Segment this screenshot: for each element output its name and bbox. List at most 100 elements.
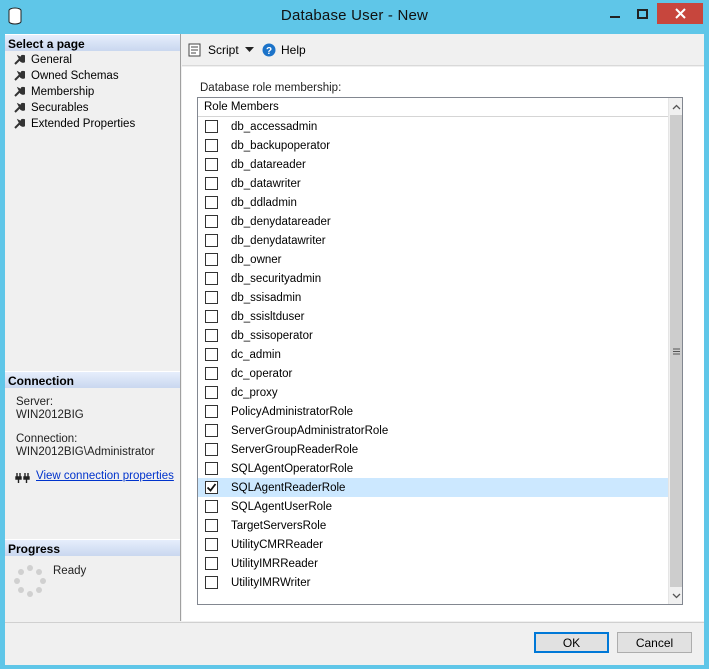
script-button[interactable]: Script bbox=[188, 41, 239, 59]
page-item-label: General bbox=[31, 54, 72, 66]
role-row[interactable]: dc_operator bbox=[198, 364, 668, 383]
script-dropdown-button[interactable] bbox=[245, 41, 254, 59]
role-row[interactable]: UtilityCMRReader bbox=[198, 535, 668, 554]
script-label: Script bbox=[208, 43, 239, 57]
role-row[interactable]: db_owner bbox=[198, 250, 668, 269]
role-row[interactable]: db_ssisadmin bbox=[198, 288, 668, 307]
role-checkbox[interactable] bbox=[205, 405, 218, 418]
checkmark-icon bbox=[206, 483, 217, 492]
role-checkbox[interactable] bbox=[205, 234, 218, 247]
progress-header: Progress bbox=[5, 539, 180, 556]
role-row[interactable]: ServerGroupAdministratorRole bbox=[198, 421, 668, 440]
role-row[interactable]: dc_proxy bbox=[198, 383, 668, 402]
role-row[interactable]: dc_admin bbox=[198, 345, 668, 364]
role-checkbox[interactable] bbox=[205, 386, 218, 399]
page-item-extended-properties[interactable]: Extended Properties bbox=[13, 116, 135, 132]
chevron-down-icon bbox=[672, 593, 681, 598]
role-checkbox[interactable] bbox=[205, 272, 218, 285]
role-checkbox[interactable] bbox=[205, 481, 218, 494]
role-checkbox[interactable] bbox=[205, 367, 218, 380]
role-checkbox[interactable] bbox=[205, 557, 218, 570]
role-checkbox[interactable] bbox=[205, 424, 218, 437]
role-checkbox[interactable] bbox=[205, 196, 218, 209]
vertical-scrollbar[interactable] bbox=[668, 98, 682, 604]
role-checkbox[interactable] bbox=[205, 519, 218, 532]
scroll-thumb[interactable] bbox=[670, 115, 682, 587]
role-checkbox[interactable] bbox=[205, 576, 218, 589]
help-button[interactable]: ? Help bbox=[262, 41, 306, 59]
role-row[interactable]: db_datareader bbox=[198, 155, 668, 174]
role-checkbox[interactable] bbox=[205, 443, 218, 456]
role-row[interactable]: db_denydatawriter bbox=[198, 231, 668, 250]
role-name: ServerGroupAdministratorRole bbox=[231, 424, 389, 437]
server-label: Server: bbox=[16, 396, 54, 408]
role-name: db_datareader bbox=[231, 158, 306, 171]
role-checkbox[interactable] bbox=[205, 310, 218, 323]
role-name: UtilityIMRWriter bbox=[231, 576, 311, 589]
role-row[interactable]: db_backupoperator bbox=[198, 136, 668, 155]
connection-value: WIN2012BIG\Administrator bbox=[16, 446, 155, 458]
role-checkbox[interactable] bbox=[205, 120, 218, 133]
role-row[interactable]: UtilityIMRReader bbox=[198, 554, 668, 573]
minimize-button[interactable] bbox=[601, 3, 628, 24]
role-checkbox[interactable] bbox=[205, 158, 218, 171]
role-name: db_ssisoperator bbox=[231, 329, 313, 342]
role-row[interactable]: db_accessadmin bbox=[198, 117, 668, 136]
role-name: db_accessadmin bbox=[231, 120, 318, 133]
role-row[interactable]: SQLAgentReaderRole bbox=[198, 478, 668, 497]
role-checkbox[interactable] bbox=[205, 177, 218, 190]
page-item-securables[interactable]: Securables bbox=[13, 100, 89, 116]
role-row[interactable]: ServerGroupReaderRole bbox=[198, 440, 668, 459]
role-name: UtilityCMRReader bbox=[231, 538, 324, 551]
wrench-icon bbox=[14, 70, 25, 81]
close-button[interactable] bbox=[657, 3, 703, 24]
maximize-button[interactable] bbox=[629, 3, 656, 24]
role-checkbox[interactable] bbox=[205, 462, 218, 475]
help-icon: ? bbox=[262, 43, 276, 57]
progress-status: Ready bbox=[53, 565, 87, 577]
progress-spinner-icon bbox=[14, 565, 46, 597]
role-name: ServerGroupReaderRole bbox=[231, 443, 359, 456]
role-name: dc_admin bbox=[231, 348, 281, 361]
connection-header: Connection bbox=[5, 371, 180, 388]
minimize-icon bbox=[609, 15, 620, 18]
role-checkbox[interactable] bbox=[205, 291, 218, 304]
role-row[interactable]: db_ssisltduser bbox=[198, 307, 668, 326]
role-row[interactable]: SQLAgentUserRole bbox=[198, 497, 668, 516]
role-checkbox[interactable] bbox=[205, 215, 218, 228]
role-name: db_ssisadmin bbox=[231, 291, 302, 304]
role-row[interactable]: SQLAgentOperatorRole bbox=[198, 459, 668, 478]
scroll-down-button[interactable] bbox=[669, 587, 682, 604]
page-item-owned-schemas[interactable]: Owned Schemas bbox=[13, 68, 119, 84]
role-row[interactable]: db_datawriter bbox=[198, 174, 668, 193]
role-name: SQLAgentOperatorRole bbox=[231, 462, 354, 475]
role-name: dc_operator bbox=[231, 367, 293, 380]
role-name: PolicyAdministratorRole bbox=[231, 405, 354, 418]
page-item-label: Securables bbox=[31, 102, 89, 114]
role-row[interactable]: db_securityadmin bbox=[198, 269, 668, 288]
role-row[interactable]: UtilityIMRWriter bbox=[198, 573, 668, 592]
role-name: TargetServersRole bbox=[231, 519, 327, 532]
view-connection-properties-link[interactable]: View connection properties bbox=[36, 470, 174, 482]
role-row[interactable]: PolicyAdministratorRole bbox=[198, 402, 668, 421]
column-header-role-members[interactable]: Role Members bbox=[198, 98, 668, 117]
role-row[interactable]: TargetServersRole bbox=[198, 516, 668, 535]
role-checkbox[interactable] bbox=[205, 253, 218, 266]
role-checkbox[interactable] bbox=[205, 329, 218, 342]
ok-button[interactable]: OK bbox=[534, 632, 609, 653]
title-bar[interactable]: Database User - New bbox=[0, 0, 709, 34]
role-checkbox[interactable] bbox=[205, 500, 218, 513]
role-name: db_owner bbox=[231, 253, 282, 266]
wrench-icon bbox=[14, 102, 25, 113]
scroll-up-button[interactable] bbox=[669, 98, 682, 115]
role-checkbox[interactable] bbox=[205, 538, 218, 551]
page-item-membership[interactable]: Membership bbox=[13, 84, 94, 100]
dialog-client: Select a page General Owned Schemas Memb… bbox=[5, 34, 704, 665]
page-item-general[interactable]: General bbox=[13, 52, 72, 68]
role-row[interactable]: db_ssisoperator bbox=[198, 326, 668, 345]
role-row[interactable]: db_denydatareader bbox=[198, 212, 668, 231]
role-checkbox[interactable] bbox=[205, 139, 218, 152]
role-checkbox[interactable] bbox=[205, 348, 218, 361]
cancel-button[interactable]: Cancel bbox=[617, 632, 692, 653]
role-row[interactable]: db_ddladmin bbox=[198, 193, 668, 212]
